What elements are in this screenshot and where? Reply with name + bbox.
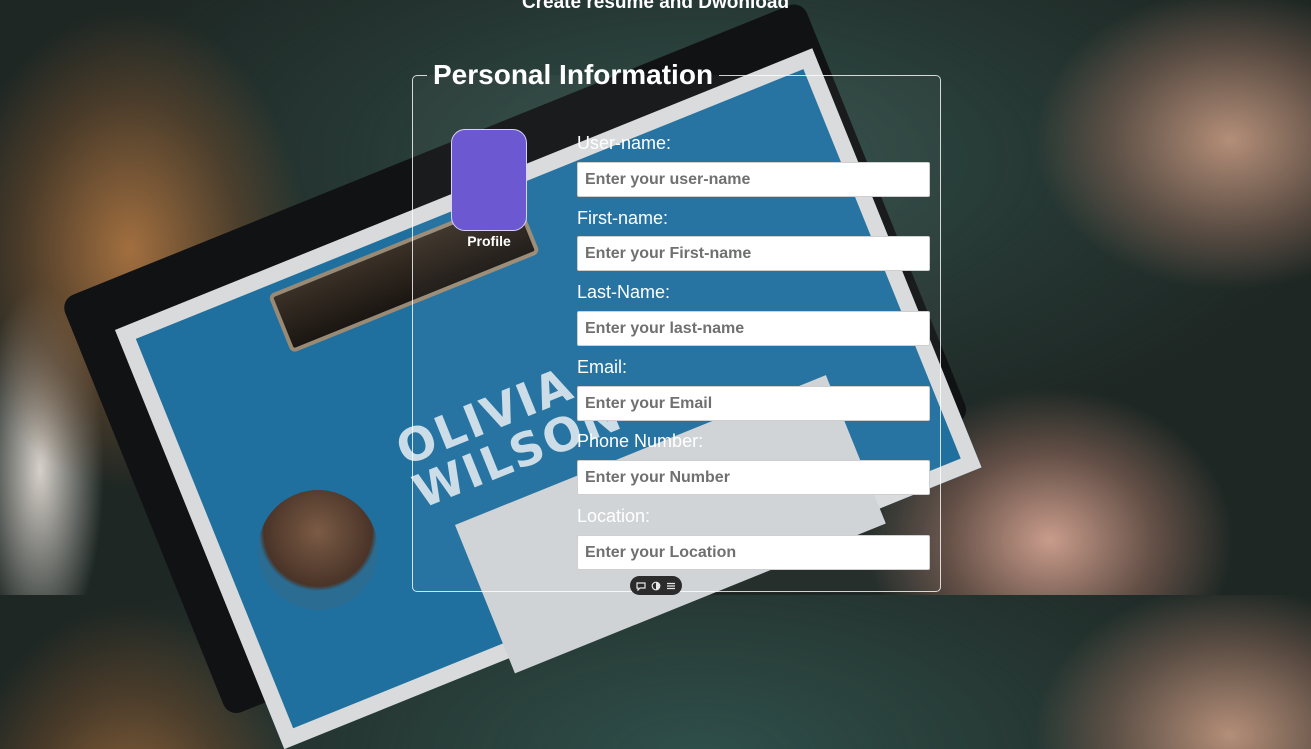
phone-number-input[interactable] [577, 460, 930, 495]
resume-poster-photo [258, 490, 378, 610]
username-label: User-name: [577, 133, 672, 153]
last-name-input[interactable] [577, 311, 930, 346]
first-name-input[interactable] [577, 236, 930, 271]
contrast-icon[interactable] [651, 581, 661, 591]
location-input[interactable] [577, 535, 930, 570]
email-label: Email: [577, 357, 628, 377]
last-name-label: Last-Name: [577, 282, 671, 302]
profile-label: Profile [467, 233, 511, 249]
username-input[interactable] [577, 162, 930, 197]
section-legend: Personal Information [433, 59, 714, 90]
page-title: Create resume and Dwonload [521, 0, 790, 13]
profile-picture-button[interactable] [451, 129, 527, 231]
location-label: Location: [577, 506, 651, 526]
phone-number-label: Phone Number: [577, 431, 704, 451]
list-icon[interactable] [666, 581, 676, 591]
first-name-label: First-name: [577, 208, 669, 228]
email-input[interactable] [577, 386, 930, 421]
comment-icon[interactable] [636, 581, 646, 591]
floating-toolbar [630, 576, 682, 595]
